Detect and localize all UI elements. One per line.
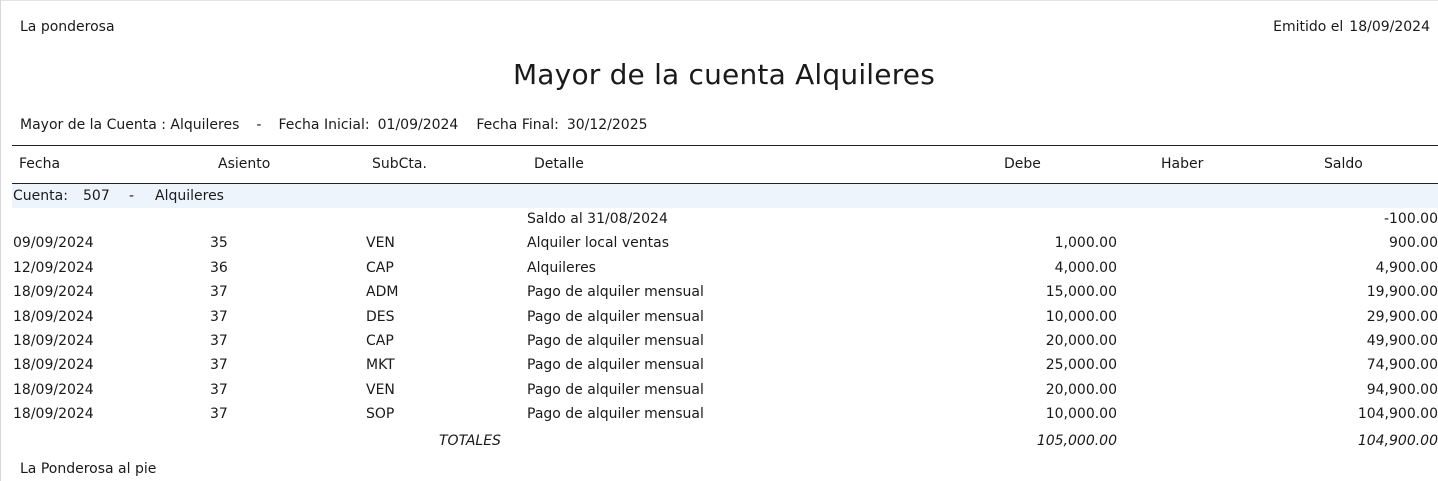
account-name: Alquileres (155, 188, 224, 204)
cell-fecha: 18/09/2024 (13, 381, 94, 398)
cell-saldo: 49,900.00 (1366, 332, 1438, 349)
cell-asiento: 36 (210, 259, 228, 276)
page-top-border (0, 0, 1438, 1)
cell-subcta: VEN (366, 381, 395, 398)
cell-asiento: 37 (210, 381, 228, 398)
issued-date: 18/09/2024 (1349, 19, 1430, 35)
cell-subcta: VEN (366, 235, 395, 252)
cell-fecha: 18/09/2024 (13, 284, 94, 301)
ledger-rows: Saldo al 31/08/2024 -100.00 09/09/2024 35 VE… (12, 208, 1438, 428)
cell-fecha: 18/09/2024 (13, 357, 94, 374)
cell-subcta: MKT (366, 357, 395, 374)
issued-info: Emitido el 18/09/2024 (1273, 19, 1430, 35)
cell-debe: 1,000.00 (1054, 235, 1117, 252)
report-title: Mayor de la cuenta Alquileres (512, 58, 936, 91)
cell-asiento: 35 (210, 235, 228, 252)
filter-start-label: Fecha Inicial: (278, 117, 370, 133)
account-group-row: Cuenta: 507 - Alquileres (12, 184, 1438, 208)
column-header-debe: Debe (1004, 156, 1041, 172)
company-name: La ponderosa (20, 19, 115, 35)
filter-account: Mayor de la Cuenta : Alquileres (20, 117, 240, 133)
cell-debe: 15,000.00 (1045, 284, 1117, 301)
cell-subcta: SOP (366, 406, 395, 423)
cell-debe: 10,000.00 (1045, 406, 1117, 423)
table-row: 12/09/2024 36 CAP Alquileres 4,000.00 4,900.0… (12, 257, 1438, 281)
cell-subcta: CAP (366, 332, 394, 349)
cell-detalle: Alquiler local ventas (527, 235, 670, 252)
filter-end-value: 30/12/2025 (566, 117, 648, 133)
ledger-table: Fecha Asiento SubCta. Detalle Debe Haber… (12, 145, 1438, 454)
report-footer: La Ponderosa al pie (20, 461, 157, 477)
cell-debe: 25,000.00 (1045, 357, 1117, 374)
cell-detalle: Pago de alquiler mensual (527, 406, 704, 423)
table-row: Saldo al 31/08/2024 -100.00 (12, 208, 1438, 232)
cell-asiento: 37 (210, 308, 228, 325)
cell-detalle: Pago de alquiler mensual (527, 284, 704, 301)
cell-debe: 20,000.00 (1045, 332, 1117, 349)
cell-asiento: 37 (210, 357, 228, 374)
cell-saldo: 94,900.00 (1366, 381, 1438, 398)
column-header-haber: Haber (1161, 156, 1204, 172)
cell-fecha: 18/09/2024 (13, 308, 94, 325)
cell-saldo: 4,900.00 (1375, 259, 1438, 276)
cell-saldo: 74,900.00 (1366, 357, 1438, 374)
table-row: 18/09/2024 37 ADM Pago de alquiler mensual 1… (12, 281, 1438, 305)
column-header-asiento: Asiento (218, 156, 271, 172)
cell-detalle: Pago de alquiler mensual (527, 381, 704, 398)
cell-asiento: 37 (210, 406, 228, 423)
totals-label: TOTALES (439, 432, 501, 449)
cell-asiento: 37 (210, 284, 228, 301)
table-row: 18/09/2024 37 CAP Pago de alquiler mensual 2… (12, 330, 1438, 354)
filter-separator: - (256, 117, 262, 133)
cell-debe: 4,000.00 (1054, 259, 1117, 276)
cell-asiento: 37 (210, 332, 228, 349)
filter-start-value: 01/09/2024 (377, 117, 459, 133)
cell-subcta: CAP (366, 259, 394, 276)
cell-saldo: 900.00 (1389, 235, 1438, 252)
cell-detalle: Pago de alquiler mensual (527, 308, 704, 325)
cell-debe: 20,000.00 (1045, 381, 1117, 398)
cell-detalle: Pago de alquiler mensual (527, 332, 704, 349)
account-separator: - (129, 188, 135, 204)
column-header-saldo: Saldo (1324, 156, 1363, 172)
cell-subcta: ADM (366, 284, 399, 301)
issued-label: Emitido el (1273, 19, 1344, 35)
account-label: Cuenta: (13, 188, 68, 204)
cell-saldo: 29,900.00 (1366, 308, 1438, 325)
table-row: 18/09/2024 37 SOP Pago de alquiler mensual 1… (12, 403, 1438, 427)
account-code: 507 (83, 188, 110, 204)
cell-saldo: 19,900.00 (1366, 284, 1438, 301)
totals-row: TOTALES 105,000.00 104,900.00 (12, 428, 1438, 454)
cell-detalle: Alquileres (527, 259, 596, 276)
table-header: Fecha Asiento SubCta. Detalle Debe Haber… (12, 146, 1438, 183)
cell-fecha: 09/09/2024 (13, 235, 94, 252)
cell-fecha: 18/09/2024 (13, 332, 94, 349)
cell-detalle: Saldo al 31/08/2024 (527, 211, 668, 227)
cell-fecha: 12/09/2024 (13, 259, 94, 276)
totals-saldo: 104,900.00 (1357, 432, 1438, 449)
cell-detalle: Pago de alquiler mensual (527, 357, 704, 374)
cell-fecha: 18/09/2024 (13, 406, 94, 423)
totals-debe: 105,000.00 (1036, 432, 1117, 449)
column-header-detalle: Detalle (534, 156, 584, 172)
cell-subcta: DES (366, 308, 395, 325)
cell-saldo: 104,900.00 (1357, 406, 1438, 423)
table-row: 18/09/2024 37 VEN Pago de alquiler mensual 2… (12, 379, 1438, 403)
table-row: 09/09/2024 35 VEN Alquiler local ventas 1,00… (12, 232, 1438, 256)
filter-end-label: Fecha Final: (476, 117, 559, 133)
column-header-subcta: SubCta. (372, 156, 427, 172)
report-filters: Mayor de la Cuenta : Alquileres - Fecha In… (20, 117, 648, 133)
table-row: 18/09/2024 37 MKT Pago de alquiler mensual 2… (12, 354, 1438, 378)
column-header-fecha: Fecha (19, 156, 61, 172)
cell-saldo: -100.00 (1383, 211, 1438, 227)
cell-debe: 10,000.00 (1045, 308, 1117, 325)
table-row: 18/09/2024 37 DES Pago de alquiler mensual 1… (12, 306, 1438, 330)
